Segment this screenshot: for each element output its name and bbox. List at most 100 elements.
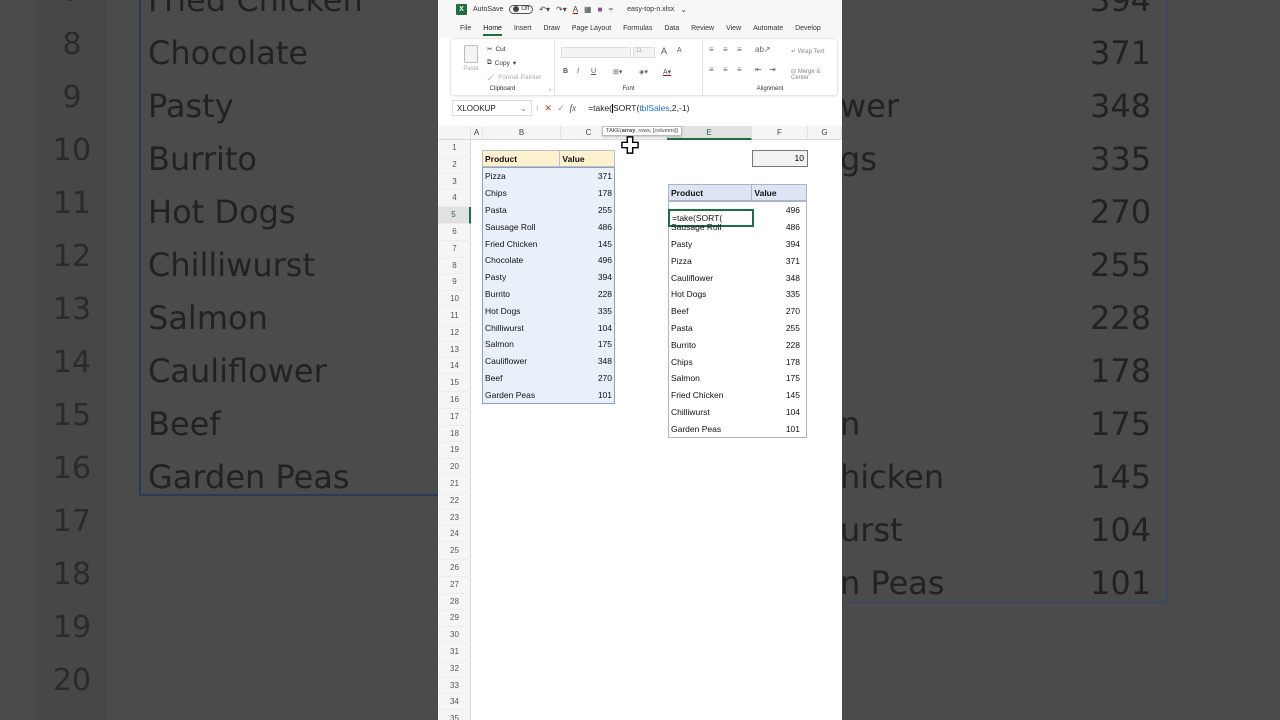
product-cell[interactable]: Salmon [483, 339, 560, 349]
header-value[interactable]: Value [752, 185, 806, 200]
row-header-1[interactable]: 1 [438, 140, 471, 157]
column-header-b[interactable]: B [483, 126, 561, 140]
header-product[interactable]: Product [483, 151, 561, 166]
decrease-font-icon[interactable]: A [677, 47, 682, 54]
row-header-33[interactable]: 33 [438, 678, 471, 695]
value-cell[interactable]: 270 [752, 306, 806, 316]
product-cell[interactable]: Beef [483, 373, 560, 383]
value-cell[interactable]: 486 [752, 222, 806, 232]
row-header-10[interactable]: 10 [438, 291, 471, 308]
fill-color-icon[interactable]: ◈▾ [639, 68, 648, 76]
tab-view[interactable]: View [726, 25, 741, 32]
row-header-19[interactable]: 19 [438, 442, 471, 460]
product-cell[interactable]: Pasty [483, 272, 560, 282]
cut-button[interactable]: ✂ Cut [487, 45, 506, 54]
product-cell[interactable]: Pizza [483, 171, 560, 181]
row-header-13[interactable]: 13 [438, 342, 471, 359]
product-cell[interactable]: Pasta [483, 205, 560, 215]
product-cell[interactable]: Cauliflower [669, 273, 752, 283]
bold-button[interactable]: B [563, 68, 568, 75]
value-cell[interactable]: 394 [752, 239, 806, 249]
form-icon[interactable]: ▦ [584, 5, 592, 14]
value-cell[interactable]: 371 [752, 256, 806, 266]
row-header-29[interactable]: 29 [438, 610, 471, 628]
row-header-9[interactable]: 9 [438, 274, 471, 292]
copy-button[interactable]: ⧉ Copy ▾ [487, 59, 516, 67]
product-cell[interactable]: Sausage Roll [483, 222, 560, 232]
row-header-26[interactable]: 26 [438, 560, 471, 577]
enter-icon[interactable]: ✓ [557, 103, 565, 114]
value-cell[interactable]: 348 [752, 273, 806, 283]
product-cell[interactable]: Sausage Roll [669, 222, 752, 232]
value-cell[interactable]: 175 [560, 339, 614, 349]
row-header-14[interactable]: 14 [438, 358, 471, 376]
product-cell[interactable]: Chips [483, 188, 560, 198]
product-cell[interactable]: Garden Peas [483, 390, 560, 400]
row-header-22[interactable]: 22 [438, 493, 471, 510]
value-cell[interactable]: 255 [560, 205, 614, 215]
row-header-24[interactable]: 24 [438, 526, 471, 544]
value-cell[interactable]: 101 [560, 390, 614, 400]
product-cell[interactable]: Chilliwurst [669, 407, 752, 417]
save-icon[interactable]: ■ [598, 5, 603, 14]
tab-insert[interactable]: Insert [514, 25, 532, 32]
column-header-f[interactable]: F [752, 126, 808, 140]
product-cell[interactable]: Cauliflower [483, 356, 560, 366]
font-name-select[interactable] [561, 47, 631, 58]
value-cell[interactable]: 145 [560, 239, 614, 249]
row-header-34[interactable]: 34 [438, 694, 471, 712]
customize-qat-icon[interactable]: ⩦ [608, 4, 613, 14]
row-header-16[interactable]: 16 [438, 392, 471, 409]
row-header-30[interactable]: 30 [438, 627, 471, 644]
decrease-indent-icon[interactable]: ⇤ [755, 65, 762, 74]
worksheet-grid[interactable]: ABCDEFG 12345678910111213141516171819202… [438, 126, 842, 720]
value-cell[interactable]: 496 [752, 205, 806, 215]
align-left-icon[interactable]: ≡ [709, 65, 714, 74]
product-cell[interactable]: Garden Peas [669, 424, 752, 434]
row-header-12[interactable]: 12 [438, 325, 471, 342]
row-header-17[interactable]: 17 [438, 409, 471, 426]
font-color-icon[interactable]: A▾ [663, 68, 671, 76]
paste-button[interactable]: Paste [461, 45, 481, 72]
product-cell[interactable]: Burrito [669, 340, 752, 350]
tab-develop[interactable]: Develop [795, 25, 821, 32]
product-cell[interactable]: Burrito [483, 289, 560, 299]
font-size-select[interactable]: 11 [633, 47, 655, 58]
row-header-18[interactable]: 18 [438, 426, 471, 443]
row-header-27[interactable]: 27 [438, 577, 471, 594]
name-box[interactable]: XLOOKUP ⌄ [452, 100, 532, 116]
value-cell[interactable]: 175 [752, 373, 806, 383]
row-header-4[interactable]: 4 [438, 190, 471, 208]
tab-file[interactable]: File [460, 25, 471, 32]
n-value-cell[interactable]: 10 [752, 150, 808, 167]
function-tooltip[interactable]: TAKE(array, rows, [columns]) [602, 126, 683, 136]
value-cell[interactable]: 394 [560, 272, 614, 282]
value-cell[interactable]: 371 [560, 171, 614, 181]
align-center-icon[interactable]: ≡ [723, 65, 728, 74]
value-cell[interactable]: 104 [752, 407, 806, 417]
column-header-a[interactable]: A [471, 126, 483, 140]
dialog-launcher-icon[interactable]: ⌟ [548, 85, 551, 92]
value-cell[interactable]: 228 [560, 289, 614, 299]
font-color-icon[interactable]: A [573, 5, 578, 14]
middle-align-icon[interactable]: ≡ [723, 45, 728, 54]
underline-button[interactable]: U [591, 68, 596, 75]
column-header-g[interactable]: G [808, 126, 842, 140]
autosave-toggle[interactable]: Off [509, 4, 534, 14]
value-cell[interactable]: 178 [560, 188, 614, 198]
header-product[interactable]: Product [669, 185, 753, 200]
value-cell[interactable]: 270 [560, 373, 614, 383]
row-header-5[interactable]: 5 [438, 207, 471, 224]
select-all-corner[interactable] [438, 126, 471, 140]
row-header-23[interactable]: 23 [438, 510, 471, 527]
chevron-down-icon[interactable]: ⌄ [520, 104, 527, 113]
value-cell[interactable]: 101 [752, 424, 806, 434]
product-cell[interactable]: Chilliwurst [483, 323, 560, 333]
file-name[interactable]: easy-top-n.xlsx [627, 6, 674, 13]
row-header-11[interactable]: 11 [438, 308, 471, 325]
product-cell[interactable]: Pasty [669, 239, 752, 249]
redo-icon[interactable]: ↷▾ [556, 5, 567, 14]
product-cell[interactable]: Hot Dogs [669, 289, 752, 299]
row-header-3[interactable]: 3 [438, 174, 471, 191]
row-header-31[interactable]: 31 [438, 644, 471, 661]
